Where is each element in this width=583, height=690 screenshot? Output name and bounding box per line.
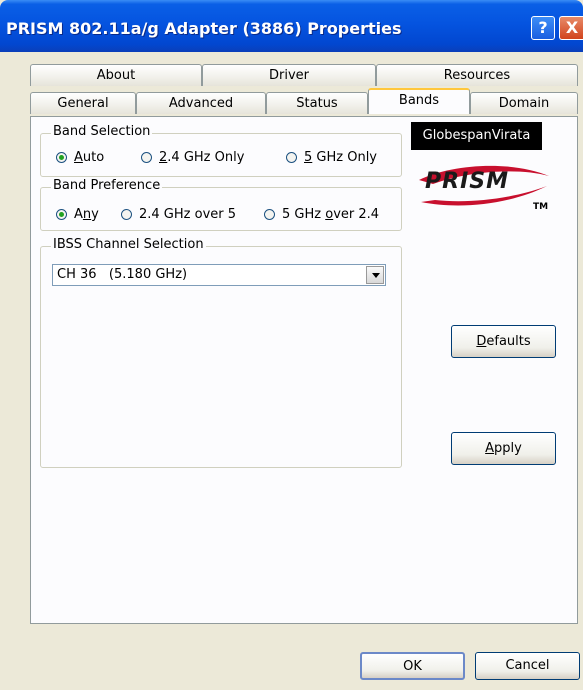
label-pre: 2.4 GHz over 5 bbox=[139, 207, 237, 222]
tab-status[interactable]: Status bbox=[266, 92, 368, 114]
band-selection-legend: Band Selection bbox=[51, 124, 153, 139]
radio-label: 5 GHz over 2.4 bbox=[282, 207, 379, 222]
radio-selected-icon[interactable] bbox=[56, 209, 67, 220]
button-label-rest: efaults bbox=[486, 334, 531, 349]
label-rest: y bbox=[91, 207, 99, 222]
label-rest: GHz Only bbox=[312, 150, 377, 165]
button-label-rest: pply bbox=[494, 441, 522, 456]
accelerator-key: A bbox=[74, 150, 83, 165]
band-preference-legend: Band Preference bbox=[51, 178, 163, 193]
label-rest: .4 GHz Only bbox=[167, 150, 245, 165]
radio-unselected-icon[interactable] bbox=[264, 209, 275, 220]
cancel-button[interactable]: Cancel bbox=[475, 652, 580, 680]
chevron-down-icon bbox=[372, 273, 380, 278]
radio-unselected-icon[interactable] bbox=[121, 209, 132, 220]
ibss-channel-value: CH 36 (5.180 GHz) bbox=[57, 267, 188, 282]
label-pre: A bbox=[74, 207, 83, 222]
properties-dialog: PRISM 802.11a/g Adapter (3886) Propertie… bbox=[0, 0, 583, 690]
ibss-channel-select[interactable]: CH 36 (5.180 GHz) bbox=[52, 264, 386, 286]
title-bar[interactable]: PRISM 802.11a/g Adapter (3886) Propertie… bbox=[0, 0, 583, 52]
ok-button[interactable]: OK bbox=[360, 652, 465, 680]
close-button[interactable]: X bbox=[559, 16, 583, 40]
tab-domain[interactable]: Domain bbox=[470, 92, 578, 114]
accelerator-key: A bbox=[485, 441, 495, 456]
radio-label: Any bbox=[74, 207, 99, 222]
radio-band-5ghz-only[interactable]: 5 GHz Only bbox=[286, 150, 377, 165]
radio-pref-any[interactable]: Any bbox=[56, 207, 99, 222]
accelerator-key: D bbox=[476, 334, 487, 349]
radio-band-auto[interactable]: Auto bbox=[56, 150, 104, 165]
radio-pref-5-over-24[interactable]: 5 GHz over 2.4 bbox=[264, 207, 379, 222]
help-button[interactable]: ? bbox=[531, 16, 555, 40]
tab-bands[interactable]: Bands bbox=[368, 88, 470, 114]
tab-driver[interactable]: Driver bbox=[202, 64, 376, 86]
prism-logo: PRISM TM bbox=[411, 158, 552, 224]
tab-about[interactable]: About bbox=[30, 64, 202, 86]
radio-unselected-icon[interactable] bbox=[286, 152, 297, 163]
radio-label: Auto bbox=[74, 150, 104, 165]
accelerator-key: n bbox=[82, 207, 92, 222]
label-rest: uto bbox=[82, 150, 105, 165]
prism-wordmark: PRISM bbox=[425, 169, 509, 194]
radio-label: 2.4 GHz Only bbox=[159, 150, 244, 165]
radio-band-24ghz-only[interactable]: 2.4 GHz Only bbox=[141, 150, 244, 165]
window-title: PRISM 802.11a/g Adapter (3886) Propertie… bbox=[6, 19, 402, 38]
radio-unselected-icon[interactable] bbox=[141, 152, 152, 163]
globespanvirata-logo: GlobespanVirata bbox=[411, 122, 542, 150]
tab-advanced[interactable]: Advanced bbox=[136, 92, 266, 114]
apply-button[interactable]: Apply bbox=[451, 432, 556, 465]
radio-label: 2.4 GHz over 5 bbox=[139, 207, 236, 222]
radio-selected-icon[interactable] bbox=[56, 152, 67, 163]
trademark-mark: TM bbox=[533, 202, 549, 212]
radio-label: 5 GHz Only bbox=[304, 150, 377, 165]
dropdown-button[interactable] bbox=[366, 266, 384, 284]
label-rest: ver 2.4 bbox=[333, 207, 380, 222]
tab-general[interactable]: General bbox=[30, 92, 136, 114]
defaults-button[interactable]: Defaults bbox=[451, 325, 556, 358]
ibss-channel-legend: IBSS Channel Selection bbox=[51, 237, 206, 252]
radio-pref-24-over-5[interactable]: 2.4 GHz over 5 bbox=[121, 207, 236, 222]
accelerator-key: o bbox=[325, 207, 334, 222]
tab-resources[interactable]: Resources bbox=[376, 64, 578, 86]
label-pre: 5 GHz bbox=[282, 207, 326, 222]
